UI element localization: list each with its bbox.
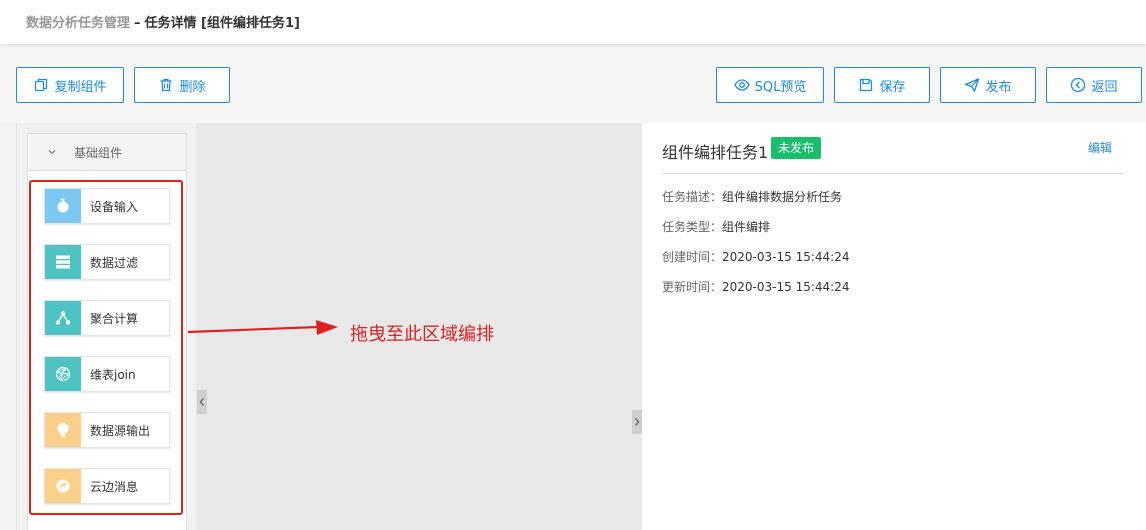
- toolbar: 复制组件 删除 SQL预览 保存 发布 返回: [0, 47, 1146, 123]
- aggregate-icon: [45, 301, 81, 335]
- component-data-filter[interactable]: 数据过滤: [44, 244, 170, 280]
- component-label: 云边消息: [90, 479, 139, 494]
- eye-icon: [733, 79, 750, 91]
- info-key: 更新时间：: [662, 280, 723, 294]
- info-value: 组件编排数据分析任务: [722, 190, 843, 204]
- collapse-right-toggle[interactable]: [632, 410, 642, 434]
- sql-preview-label: SQL预览: [754, 79, 807, 95]
- copy-component-button[interactable]: 复制组件: [16, 67, 124, 103]
- back-button[interactable]: 返回: [1046, 67, 1142, 103]
- task-name: 组件编排任务1: [662, 143, 769, 162]
- divider: [662, 173, 1124, 174]
- component-group-title: 基础组件: [74, 145, 123, 160]
- edit-link[interactable]: 编辑: [1088, 139, 1112, 156]
- breadcrumb-root[interactable]: 数据分析任务管理: [26, 16, 130, 31]
- component-label: 数据源输出: [90, 423, 151, 438]
- chevron-down-icon: [48, 150, 56, 155]
- data-filter-icon: [45, 245, 81, 279]
- component-cloud-edge-message[interactable]: 云边消息: [44, 468, 170, 504]
- info-row-type: 任务类型：组件编排: [662, 218, 770, 235]
- publish-label: 发布: [985, 79, 1012, 95]
- component-label: 数据过滤: [90, 255, 139, 270]
- delete-button[interactable]: 删除: [134, 67, 230, 103]
- trash-icon: [160, 78, 172, 92]
- component-dimension-join[interactable]: 维表join: [44, 356, 170, 392]
- cloud-edge-message-icon: [45, 469, 81, 503]
- info-key: 任务描述：: [662, 190, 723, 204]
- highlight-box: [29, 180, 183, 515]
- save-label: 保存: [879, 79, 906, 95]
- save-icon: [860, 78, 873, 92]
- breadcrumb: 数据分析任务管理 – 任务详情 [组件编排任务1]: [26, 12, 300, 31]
- info-row-created: 创建时间：2020-03-15 15:44:24: [662, 248, 849, 265]
- breadcrumb-separator: –: [134, 16, 141, 31]
- chevron-right-icon: [635, 418, 640, 426]
- component-label: 维表join: [90, 367, 136, 382]
- component-label: 设备输入: [90, 199, 139, 214]
- info-row-description: 任务描述：组件编排数据分析任务: [662, 188, 842, 205]
- save-button[interactable]: 保存: [834, 67, 930, 103]
- status-badge: 未发布: [771, 137, 822, 159]
- datasource-output-icon: [45, 413, 81, 447]
- dimension-join-icon: [45, 357, 81, 391]
- drag-arrow: [187, 320, 338, 335]
- copy-component-label: 复制组件: [54, 79, 107, 95]
- collapse-left-toggle[interactable]: [197, 390, 207, 414]
- delete-label: 删除: [179, 79, 206, 95]
- info-value: 2020-03-15 15:44:24: [722, 250, 850, 264]
- component-label: 聚合计算: [90, 311, 139, 326]
- back-label: 返回: [1091, 79, 1118, 95]
- component-device-input[interactable]: 设备输入: [44, 188, 170, 224]
- info-value: 组件编排: [722, 220, 771, 234]
- component-aggregate[interactable]: 聚合计算: [44, 300, 170, 336]
- top-bar: 数据分析任务管理 – 任务详情 [组件编排任务1]: [0, 0, 1146, 45]
- drag-hint-text: 拖曳至此区域编排: [350, 324, 494, 345]
- device-input-icon: [45, 189, 81, 223]
- chevron-left-icon: [199, 398, 204, 406]
- task-detail-panel: 组件编排任务1 未发布 编辑 任务描述：组件编排数据分析任务 任务类型：组件编排…: [642, 123, 1146, 530]
- info-value: 2020-03-15 15:44:24: [722, 280, 850, 294]
- copy-icon: [35, 78, 48, 92]
- publish-button[interactable]: 发布: [940, 67, 1036, 103]
- component-palette: 基础组件 设备输入 数据过滤 聚合计算 维表join 数据源输出 云边消息: [16, 123, 196, 530]
- info-key: 创建时间：: [662, 250, 723, 264]
- info-row-updated: 更新时间：2020-03-15 15:44:24: [662, 278, 849, 295]
- breadcrumb-current: 任务详情 [组件编排任务1]: [144, 16, 300, 31]
- back-circle-icon: [1071, 77, 1086, 93]
- component-group-header[interactable]: 基础组件: [27, 133, 187, 171]
- send-icon: [965, 78, 980, 92]
- component-datasource-output[interactable]: 数据源输出: [44, 412, 170, 448]
- info-key: 任务类型：: [662, 220, 723, 234]
- sql-preview-button[interactable]: SQL预览: [716, 67, 824, 103]
